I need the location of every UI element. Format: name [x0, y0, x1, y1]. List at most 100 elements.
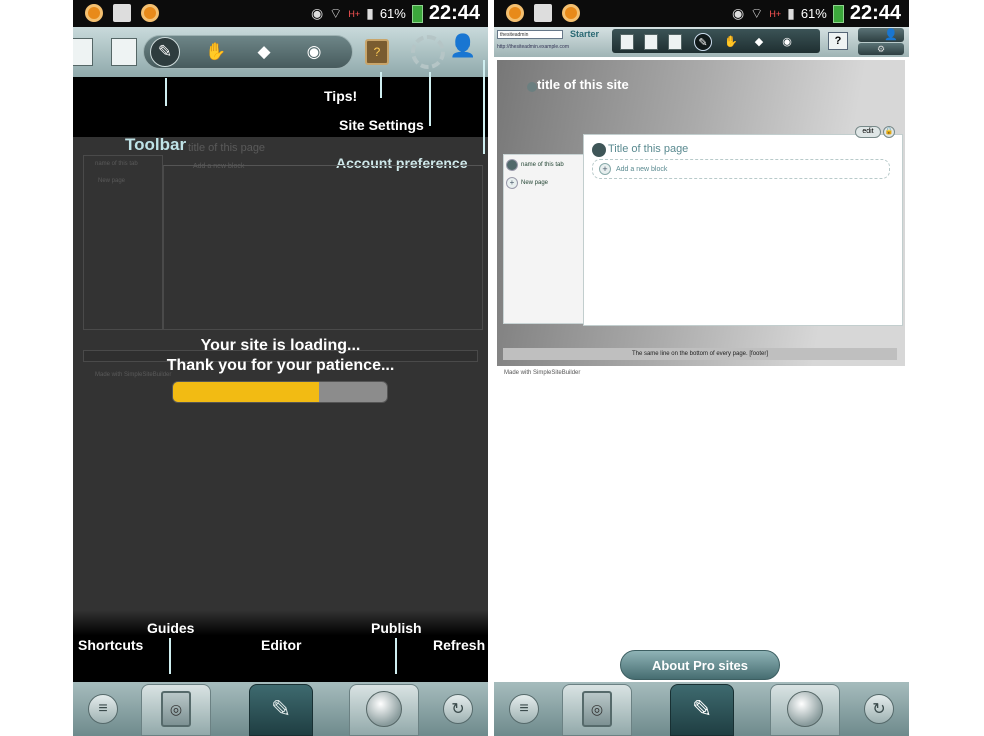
refresh-button[interactable]: ↻ [433, 682, 483, 736]
guides-callout: Guides [147, 620, 195, 636]
pencil-icon[interactable]: ✎ [694, 33, 712, 51]
editor-toolbar: thesiteadmin http://thesiteadmin.example… [494, 27, 909, 57]
ghost-add-block: Add a new block [193, 163, 245, 170]
tab-label: name of this tab [521, 162, 564, 168]
clock: 22:44 [428, 2, 480, 24]
footer[interactable]: The same line on the bottom of every pag… [503, 348, 897, 360]
globe-icon [366, 691, 402, 727]
toolbar-guide-line [165, 78, 167, 106]
network-type-label: H+ [348, 8, 361, 19]
pencil-icon[interactable]: ✎ [150, 37, 180, 67]
shortcuts-button[interactable]: ≡ [81, 682, 125, 736]
columns-icon[interactable] [668, 34, 682, 50]
site-url[interactable]: http://thesiteadmin.example.com [497, 44, 569, 50]
editor-callout: Editor [261, 637, 302, 653]
battery-percent: 61% [379, 6, 406, 21]
phone-screen-loading: ◉ ⌔ H+ ▮ 61% 22:44 ✎ ✋ ◆ ◉ ? 👤 Tips! Sit… [73, 0, 488, 736]
battery-icon [832, 4, 844, 23]
battery-percent: 61% [800, 6, 827, 21]
signal-icon: ▮ [366, 5, 374, 21]
site-preview: title of this site name of this tab + Ne… [497, 60, 905, 366]
site-name-box[interactable]: thesiteadmin [497, 30, 563, 39]
status-bar: ◉ ⌔ H+ ▮ 61% 22:44 [494, 0, 909, 27]
page-layout-icon[interactable] [644, 34, 658, 50]
app-notification-icon [506, 4, 524, 22]
lock-icon[interactable]: 🔒 [883, 126, 895, 138]
phone-screen-editor: ◉ ⌔ H+ ▮ 61% 22:44 thesiteadmin http://t… [494, 0, 909, 736]
page-layout-icon[interactable] [111, 38, 137, 66]
tool-strip: ✎ ✋ ◆ ◉ [612, 29, 820, 53]
toolbar-shadow [73, 77, 488, 137]
page-edit-pill[interactable]: edit [855, 126, 881, 138]
ghost-tab-name: name of this tab [95, 161, 138, 167]
publish-button[interactable] [770, 682, 840, 736]
help-button[interactable]: ? [828, 32, 848, 50]
new-page-item[interactable]: + New page [506, 175, 548, 191]
eraser-icon[interactable]: ◆ [249, 37, 279, 67]
publish-button[interactable] [349, 682, 419, 736]
publish-callout: Publish [371, 620, 422, 636]
layout-icon[interactable] [620, 34, 634, 50]
gear-icon[interactable]: ⚙ [858, 43, 904, 55]
tips-guide-line [380, 72, 382, 98]
tips-callout: Tips! [324, 88, 358, 104]
wifi-icon: ⌔ [329, 4, 343, 21]
battery-icon [411, 4, 423, 23]
app-notification-icon [562, 4, 580, 22]
shortcuts-button[interactable]: ≡ [502, 682, 546, 736]
page-icon [592, 143, 606, 157]
pencil-icon: ✎ [691, 695, 713, 723]
bottom-navigation: ≡ ◎ ✎ ↻ [494, 682, 909, 736]
ghost-page-title: title of this page [188, 142, 266, 154]
tabs-column: name of this tab + New page [503, 154, 585, 324]
guides-button[interactable]: ◎ [141, 682, 211, 736]
user-icon[interactable]: 👤 [858, 28, 904, 42]
about-pro-sites-button[interactable]: About Pro sites [620, 650, 780, 680]
eraser-icon[interactable]: ◆ [750, 33, 768, 51]
menu-icon: ≡ [509, 694, 539, 724]
site-settings-guide-line [429, 72, 431, 126]
bottom-navigation: ≡ ◎ ✎ ↻ [73, 682, 488, 736]
page-panel: Title of this page + Add a new block [583, 134, 903, 326]
book-icon: ◎ [582, 691, 612, 727]
plan-label: Starter [570, 29, 600, 39]
wifi-icon: ⌔ [750, 4, 764, 21]
editor-toolbar: ✎ ✋ ◆ ◉ ? 👤 [73, 27, 488, 85]
ghost-page-panel [163, 165, 483, 330]
plus-icon: + [506, 177, 518, 189]
eye-icon[interactable]: ◉ [778, 33, 796, 51]
publish-guide-line [395, 638, 397, 674]
tips-icon[interactable]: ? [365, 39, 389, 65]
guides-guide-line [169, 638, 171, 674]
editor-button[interactable]: ✎ [670, 682, 734, 736]
user-icon[interactable]: 👤 [448, 33, 478, 63]
signal-icon: ▮ [787, 5, 795, 21]
hand-icon[interactable]: ✋ [201, 37, 231, 67]
gear-icon[interactable] [411, 35, 445, 69]
edit-title-icon[interactable] [527, 82, 537, 92]
add-block-label: Add a new block [616, 165, 668, 173]
layout-icon[interactable] [73, 38, 93, 66]
refresh-icon: ↻ [864, 694, 894, 724]
eye-icon: ◉ [310, 5, 324, 21]
eye-icon[interactable]: ◉ [299, 37, 329, 67]
add-block-button[interactable]: + Add a new block [592, 159, 890, 179]
bottom-guides: Guides Shortcuts Editor Publish Refresh [73, 610, 488, 682]
pencil-icon: ✎ [270, 695, 292, 723]
loading-progress-fill [173, 382, 319, 402]
tab-item[interactable]: name of this tab [506, 157, 564, 173]
ghost-new-page: New page [98, 178, 126, 184]
patience-message: Thank you for your patience... [166, 357, 395, 374]
book-icon: ◎ [161, 691, 191, 727]
editor-button[interactable]: ✎ [249, 682, 313, 736]
network-type-label: H+ [769, 8, 782, 19]
app-notification-icon [85, 4, 103, 22]
page-title[interactable]: Title of this page [608, 143, 688, 155]
site-title[interactable]: title of this site [537, 77, 629, 92]
hand-icon[interactable]: ✋ [722, 33, 740, 51]
guides-button[interactable]: ◎ [562, 682, 632, 736]
refresh-button[interactable]: ↻ [854, 682, 904, 736]
account-guide-line [483, 60, 485, 154]
new-page-label: New page [521, 180, 549, 186]
image-notification-icon [534, 4, 552, 22]
